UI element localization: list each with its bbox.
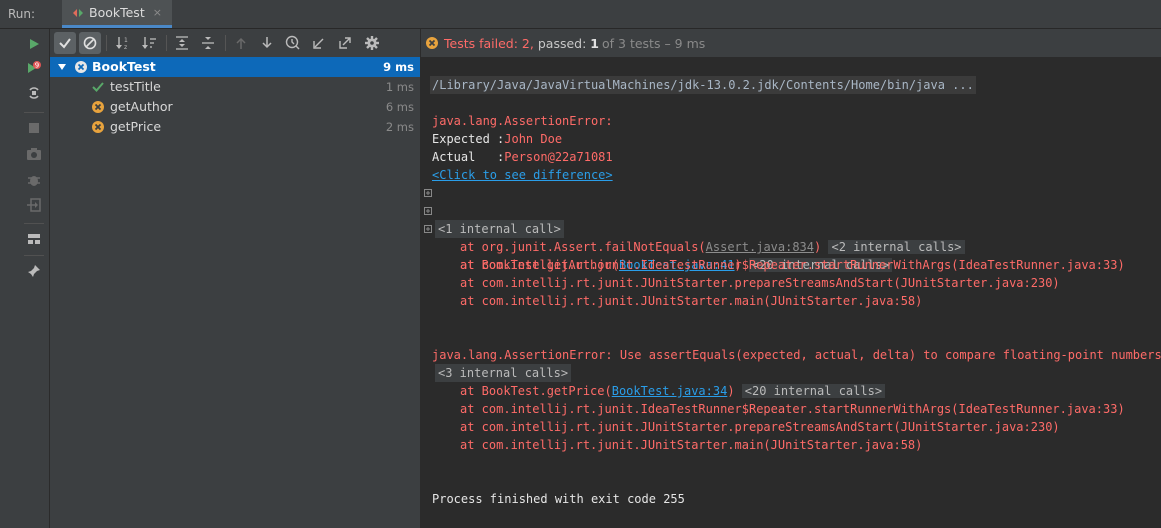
test-failed-icon <box>74 60 88 74</box>
console-line: at com.intellij.rt.junit.JUnitStarter.ma… <box>421 274 1161 308</box>
tree-row-testtitle[interactable]: testTitle 1 ms <box>50 77 420 97</box>
close-icon[interactable]: × <box>153 6 162 19</box>
status-passed-count: 1 <box>590 35 599 51</box>
chevron-down-icon[interactable] <box>56 61 68 73</box>
console-line: Expected :John Doe <box>421 112 1161 146</box>
screenshot-icon[interactable] <box>23 143 45 165</box>
tree-row-time: 9 ms <box>383 60 414 74</box>
toolbar-divider <box>166 35 167 51</box>
rerun-icon[interactable] <box>23 33 45 55</box>
tree-row-label: getPrice <box>110 119 162 134</box>
exit-icon[interactable] <box>23 194 45 216</box>
history-icon[interactable] <box>282 32 304 54</box>
console-line: at com.intellij.rt.junit.IdeaTestRunner$… <box>421 238 1161 272</box>
layout-icon[interactable] <box>23 228 45 250</box>
show-ignored-icon[interactable] <box>79 32 101 54</box>
run-config-icon <box>72 7 84 19</box>
status-passed-prefix: passed: <box>537 35 587 51</box>
test-status-bar: Tests failed: 2, passed: 1 of 3 tests – … <box>421 29 1161 57</box>
expand-fold-icon[interactable] <box>424 189 432 197</box>
tree-row-getauthor[interactable]: getAuthor 6 ms <box>50 97 420 117</box>
console-line: <Click to see difference> <box>421 148 1161 182</box>
console-line: at com.intellij.rt.junit.IdeaTestRunner$… <box>421 382 1161 416</box>
console-line: /Library/Java/JavaVirtualMachines/jdk-13… <box>421 58 1161 94</box>
tree-row-time: 6 ms <box>385 100 414 114</box>
left-action-strip: 9 <box>0 29 50 528</box>
exit-code-text: Process finished with exit code 255 <box>432 492 685 506</box>
toolbar-divider <box>106 35 107 51</box>
next-failed-icon[interactable] <box>256 32 278 54</box>
tree-row-booktest[interactable]: BookTest 9 ms <box>50 57 420 77</box>
status-failed-text: Tests failed: 2, <box>444 35 534 51</box>
pin-icon[interactable] <box>23 260 45 282</box>
console-line: at com.intellij.rt.junit.JUnitStarter.ma… <box>421 418 1161 452</box>
console-line: at BookTest.getPrice(BookTest.java:34) <… <box>421 364 1161 398</box>
collapse-all-icon[interactable] <box>197 32 219 54</box>
console-line: at BookTest.getAuthor(BookTest.java:41) … <box>421 220 1161 272</box>
console-line: <1 internal call> <box>421 184 1161 238</box>
console-line: Actual :Person@22a71081 <box>421 130 1161 164</box>
sort-alpha-icon[interactable]: 1z <box>112 32 134 54</box>
tree-row-label: BookTest <box>92 59 156 74</box>
console-line: at com.intellij.rt.junit.JUnitStarter.pr… <box>421 256 1161 290</box>
expand-fold-icon[interactable] <box>424 207 432 215</box>
stop-icon[interactable] <box>23 117 45 139</box>
console-output[interactable]: /Library/Java/JavaVirtualMachines/jdk-13… <box>421 57 1161 506</box>
test-results-panel: 1z BookTest 9 ms testTitle 1 ms getAutho… <box>50 29 421 528</box>
sort-duration-icon[interactable] <box>138 32 160 54</box>
status-failed-icon <box>425 36 439 50</box>
console-panel[interactable]: Tests failed: 2, passed: 1 of 3 tests – … <box>421 29 1161 528</box>
test-failed-icon <box>91 100 105 114</box>
run-toolwindow-header: Run: BookTest × <box>0 0 1161 29</box>
svg-text:9: 9 <box>35 62 39 70</box>
tree-row-time: 2 ms <box>385 120 414 134</box>
test-tree: BookTest 9 ms testTitle 1 ms getAuthor 6… <box>50 57 420 137</box>
run-label: Run: <box>8 7 36 21</box>
svg-text:z: z <box>124 44 127 51</box>
console-line: Process finished with exit code 255 <box>421 472 1161 506</box>
console-line: java.lang.AssertionError: Use assertEqua… <box>421 328 1161 362</box>
settings-icon[interactable] <box>361 32 383 54</box>
toolbar-divider <box>225 35 226 51</box>
svg-text:1: 1 <box>124 37 128 44</box>
toggle-auto-test-icon[interactable] <box>23 82 45 104</box>
tree-row-label: testTitle <box>110 79 161 94</box>
test-passed-icon <box>91 80 105 94</box>
console-line: at org.junit.Assert.failNotEquals(Assert… <box>421 202 1161 254</box>
rerun-failed-icon[interactable]: 9 <box>23 57 45 79</box>
expand-all-icon[interactable] <box>171 32 193 54</box>
import-tests-icon[interactable] <box>308 32 330 54</box>
tree-row-time: 1 ms <box>385 80 414 94</box>
tree-row-getprice[interactable]: getPrice 2 ms <box>50 117 420 137</box>
strip-divider <box>24 223 44 224</box>
export-tests-icon[interactable] <box>334 32 356 54</box>
expand-fold-icon[interactable] <box>424 225 432 233</box>
status-passed-text: passed: 1 <box>538 36 599 51</box>
tree-row-label: getAuthor <box>110 99 173 114</box>
status-total-text: of 3 tests – 9 ms <box>602 35 706 51</box>
console-line: <3 internal calls> <box>421 346 1161 382</box>
test-failed-icon <box>91 120 105 134</box>
console-line: at com.intellij.rt.junit.JUnitStarter.pr… <box>421 400 1161 434</box>
test-toolbar: 1z <box>50 29 421 57</box>
prev-failed-icon[interactable] <box>230 32 252 54</box>
debug-icon[interactable] <box>23 169 45 191</box>
show-passed-icon[interactable] <box>54 32 76 54</box>
strip-divider <box>24 255 44 256</box>
console-line: java.lang.AssertionError: <box>421 94 1161 128</box>
strip-divider <box>24 112 44 113</box>
run-tab-label: BookTest <box>89 5 145 20</box>
run-tab-booktest[interactable]: BookTest × <box>62 0 172 28</box>
